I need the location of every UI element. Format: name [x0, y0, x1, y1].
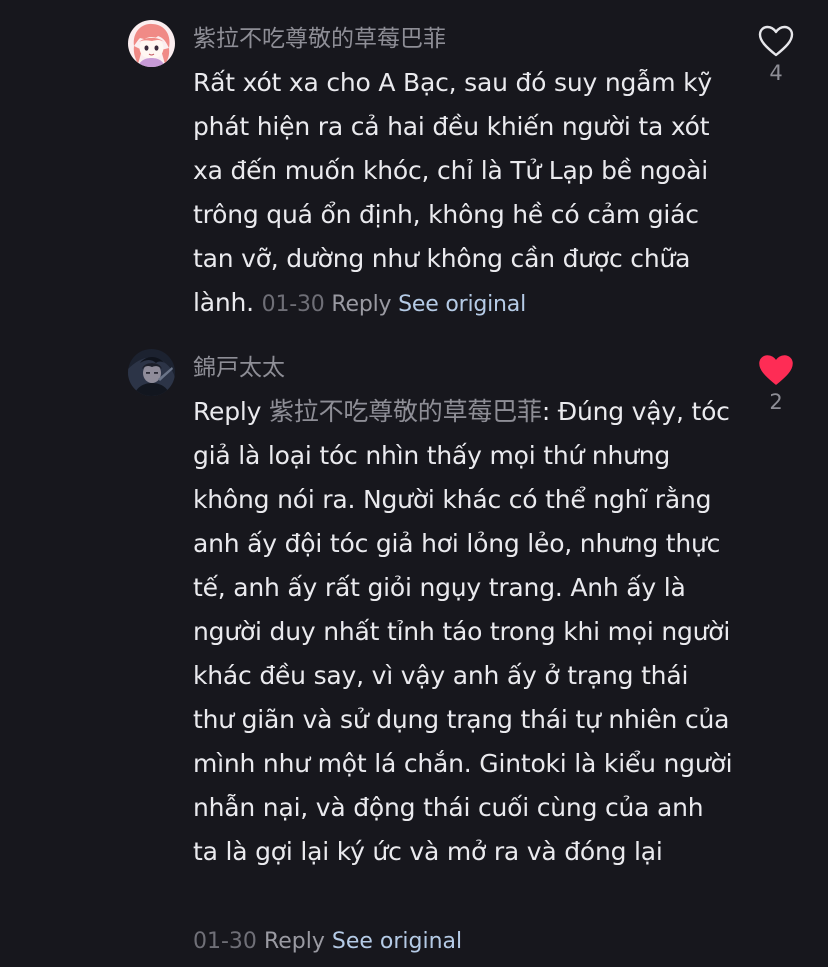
avatar[interactable] — [128, 20, 175, 67]
comment-text: Reply 紫拉不吃尊敬的草莓巴菲: Đúng vậy, tóc giả là … — [193, 390, 733, 874]
avatar[interactable] — [128, 349, 175, 396]
comment-username[interactable]: 紫拉不吃尊敬的草莓巴菲 — [193, 24, 446, 54]
comment-text: Rất xót xa cho A Bạc, sau đó suy ngẫm kỹ… — [193, 61, 733, 327]
like-count: 2 — [769, 390, 783, 414]
comment-date: 01-30 — [193, 929, 257, 954]
see-original-link[interactable]: See original — [398, 292, 526, 317]
see-original-link[interactable]: See original — [332, 929, 462, 954]
comment-meta: 01-30 Reply See original — [193, 927, 462, 957]
heart-outline-icon[interactable] — [758, 25, 794, 57]
comment-date: 01-30 — [261, 292, 325, 317]
like-control: 4 — [752, 25, 800, 85]
comment-body: : Đúng vậy, tóc giả là loại tóc nhìn thấ… — [193, 397, 733, 866]
reply-prefix: Reply — [193, 397, 262, 426]
like-count: 4 — [769, 61, 783, 85]
comment-meta: 01-30 Reply See original — [261, 292, 527, 317]
comment-body: Rất xót xa cho A Bạc, sau đó suy ngẫm kỹ… — [193, 68, 713, 317]
reply-target-username[interactable]: 紫拉不吃尊敬的草莓巴菲 — [269, 397, 542, 426]
comment-username[interactable]: 錦戸太太 — [193, 353, 285, 383]
dark-character-avatar-icon — [128, 349, 175, 396]
anime-girl-avatar-icon — [128, 20, 175, 67]
reply-button[interactable]: Reply — [264, 929, 325, 954]
like-control: 2 — [752, 354, 800, 414]
heart-filled-icon[interactable] — [758, 354, 794, 386]
reply-button[interactable]: Reply — [331, 292, 391, 317]
